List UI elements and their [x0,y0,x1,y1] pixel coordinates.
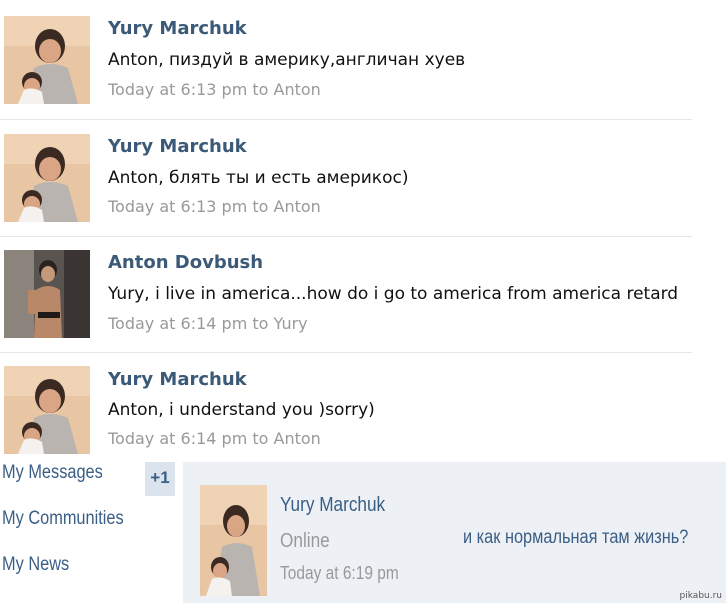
wall-post: Anton Dovbush Yury, i live in america...… [0,236,692,352]
wall-post: Yury Marchuk Anton, пиздуй в америку,анг… [0,0,692,116]
dialog-timestamp: Today at 6:19 pm [280,563,399,583]
new-messages-badge[interactable]: +1 [145,462,175,496]
avatar[interactable] [200,485,267,596]
dialog-message-preview[interactable]: и как нормальная там жизнь? [463,527,688,549]
dialog-author-link[interactable]: Yury Marchuk [280,494,385,517]
online-status: Online [280,530,330,552]
post-timestamp[interactable]: Today at 6:14 pm to Anton [108,429,321,448]
avatar[interactable] [4,366,90,454]
avatar[interactable] [4,16,90,104]
post-text: Anton, пиздуй в америку,англичан хуев [108,50,466,70]
post-text: Anton, блять ты и есть америкос) [108,168,409,188]
post-author-link[interactable]: Anton Dovbush [108,252,263,273]
post-text: Anton, i understand you )sorry) [108,400,375,420]
avatar[interactable] [4,134,90,222]
post-timestamp[interactable]: Today at 6:14 pm to Yury [108,314,308,333]
sidebar-item-communities[interactable]: My Communities [2,508,124,530]
post-timestamp[interactable]: Today at 6:13 pm to Anton [108,197,321,216]
avatar[interactable] [4,250,90,338]
post-timestamp[interactable]: Today at 6:13 pm to Anton [108,80,321,99]
post-text: Yury, i live in america...how do i go to… [108,284,679,304]
post-author-link[interactable]: Yury Marchuk [108,369,247,390]
post-author-link[interactable]: Yury Marchuk [108,136,247,157]
watermark: pikabu.ru [679,591,722,601]
post-author-link[interactable]: Yury Marchuk [108,18,247,39]
sidebar-item-messages[interactable]: My Messages [2,462,103,484]
sidebar-item-news[interactable]: My News [2,554,69,576]
wall-post: Yury Marchuk Anton, i understand you )so… [0,352,692,468]
wall-post: Yury Marchuk Anton, блять ты и есть амер… [0,118,692,234]
